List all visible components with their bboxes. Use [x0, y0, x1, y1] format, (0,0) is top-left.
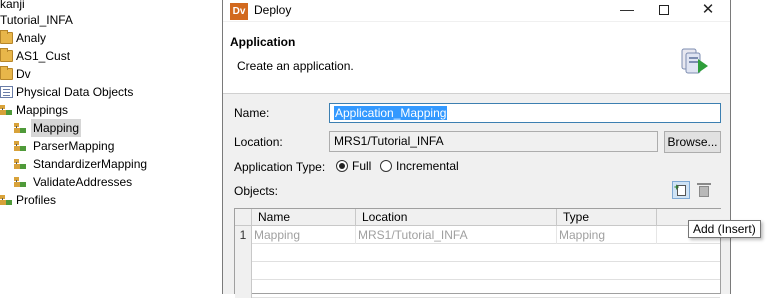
- table-row-empty: [235, 280, 720, 298]
- folder-icon: [0, 30, 13, 44]
- tree-item-label: Tutorial_INFA: [0, 13, 73, 27]
- close-button[interactable]: ✕: [688, 0, 728, 21]
- column-header-type[interactable]: Type: [557, 209, 657, 226]
- deploy-dialog: Dv Deploy — ✕ Application Create an appl…: [222, 0, 731, 298]
- tree-item-label: AS1_Cust: [16, 49, 71, 63]
- dialog-title: Deploy: [254, 3, 292, 17]
- tree-item-label: Dv: [16, 67, 31, 81]
- table-row-empty: [235, 262, 720, 280]
- mapping-icon: [14, 122, 27, 134]
- location-label: Location:: [234, 135, 283, 149]
- location-field: MRS1/Tutorial_INFA: [329, 131, 658, 152]
- tree-item-label: Analy: [16, 31, 47, 45]
- incremental-radio[interactable]: [380, 160, 392, 172]
- deploy-wizard-icon: [681, 48, 708, 74]
- cell-type[interactable]: Mapping: [557, 226, 657, 244]
- wizard-page-description: Create an application.: [237, 59, 354, 73]
- cell-location[interactable]: MRS1/Tutorial_INFA: [356, 226, 557, 244]
- tree-item-label: Mapping: [31, 119, 82, 137]
- add-tooltip: Add (Insert): [688, 220, 761, 238]
- application-type-label: Application Type:: [234, 160, 326, 174]
- delete-object-button[interactable]: [697, 182, 711, 197]
- table-row-empty: [235, 244, 720, 262]
- app-logo-icon: Dv: [230, 3, 248, 20]
- row-number: [235, 280, 252, 298]
- tree-item-label: ParserMapping: [33, 139, 115, 153]
- full-radio-label[interactable]: Full: [352, 159, 371, 173]
- tree-item-label: StandardizerMapping: [33, 157, 148, 171]
- objects-label: Objects:: [234, 184, 279, 198]
- minimize-button[interactable]: —: [607, 0, 647, 21]
- row-number: 1: [235, 226, 252, 244]
- mapping-folder-icon: [0, 104, 13, 116]
- maximize-icon: [659, 5, 669, 15]
- row-number-header: [235, 209, 252, 226]
- profile-icon: [0, 194, 13, 206]
- tree-item-label: Profiles: [16, 193, 57, 207]
- row-number: [235, 244, 252, 262]
- data-object-icon: [0, 86, 13, 98]
- wizard-header: Application Create an application.: [223, 22, 730, 94]
- add-object-button[interactable]: +: [672, 181, 690, 199]
- table-row[interactable]: 1 Mapping MRS1/Tutorial_INFA Mapping: [235, 226, 720, 244]
- name-input-value: Application_Mapping: [334, 106, 448, 120]
- cell-name[interactable]: Mapping: [252, 226, 356, 244]
- name-label: Name:: [234, 106, 270, 120]
- dialog-titlebar[interactable]: Dv Deploy — ✕: [223, 0, 730, 21]
- full-radio[interactable]: [336, 160, 348, 172]
- objects-table: Name Location Type 1 Mapping MRS1/Tutori…: [234, 208, 722, 298]
- tree-item-label: Physical Data Objects: [16, 85, 134, 99]
- mapping-icon: [14, 140, 27, 152]
- maximize-button[interactable]: [644, 0, 684, 21]
- folder-icon: [0, 48, 13, 62]
- column-header-location[interactable]: Location: [356, 209, 557, 226]
- mapping-icon: [14, 158, 27, 170]
- browse-button[interactable]: Browse...: [664, 131, 721, 153]
- folder-icon: [0, 66, 13, 80]
- wizard-page-title: Application: [230, 35, 296, 49]
- name-input[interactable]: Application_Mapping: [329, 103, 721, 123]
- incremental-radio-label[interactable]: Incremental: [396, 159, 459, 173]
- tree-item-label: ValidateAddresses: [33, 175, 133, 189]
- row-number: [235, 262, 252, 280]
- mapping-icon: [14, 176, 27, 188]
- tree-item-label: Mappings: [16, 103, 69, 117]
- project-tree: kanji Tutorial_INFA Analy AS1_Cust Dv Ph…: [0, 0, 222, 294]
- column-header-name[interactable]: Name: [252, 209, 356, 226]
